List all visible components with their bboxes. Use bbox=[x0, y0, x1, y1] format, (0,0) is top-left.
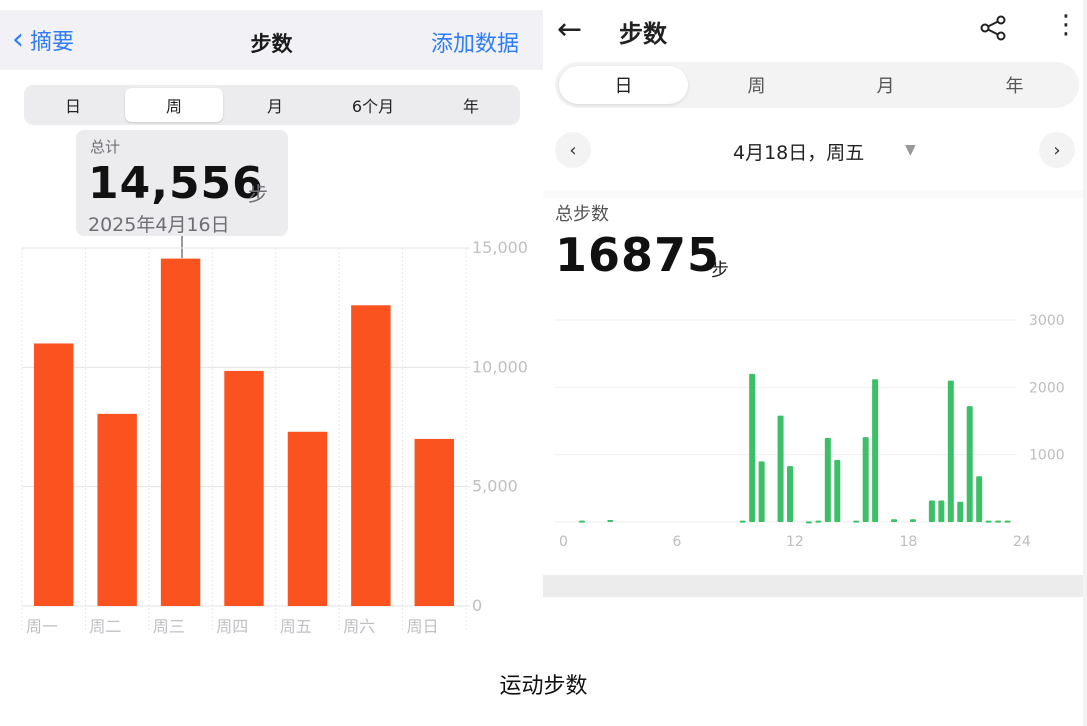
segment-month[interactable]: 月 bbox=[226, 85, 324, 125]
x-tick-label: 周二 bbox=[89, 617, 121, 636]
chevron-left-icon: ‹ bbox=[569, 139, 577, 161]
caption: 运动步数 bbox=[499, 674, 588, 699]
segment-year[interactable]: 年 bbox=[422, 85, 520, 125]
bar-18 bbox=[938, 500, 945, 522]
page-title: 步数 bbox=[619, 20, 667, 48]
bar-8 bbox=[805, 521, 812, 524]
bar-22 bbox=[976, 476, 983, 522]
section-divider bbox=[543, 190, 1087, 198]
weekly-steps-chart: 0 5,000 10,000 15,000 周一 周二 周三 周四 周五 周六 周日 bbox=[21, 240, 528, 636]
dropdown-triangle-icon[interactable]: ▼ bbox=[905, 142, 916, 158]
back-arrow-icon[interactable]: ← bbox=[557, 12, 582, 47]
y-tick-label: 5,000 bbox=[472, 477, 518, 496]
x-tick-label: 0 bbox=[559, 534, 568, 550]
x-tick-label: 周日 bbox=[407, 617, 439, 636]
bar-5 bbox=[287, 431, 328, 606]
add-data-button[interactable]: 添加数据 bbox=[431, 26, 519, 58]
period-segmented-control: 日 周 月 年 bbox=[555, 62, 1079, 108]
x-tick-label: 18 bbox=[900, 534, 918, 550]
y-tick-label: 1000 bbox=[1029, 448, 1065, 464]
bar-15 bbox=[891, 519, 898, 522]
y-tick-label: 2000 bbox=[1029, 380, 1065, 396]
nav-bar: ‹ 摘要 步数 添加数据 bbox=[0, 10, 543, 70]
bar-2 bbox=[97, 413, 137, 606]
more-vertical-icon[interactable]: ⋮ bbox=[1053, 12, 1079, 38]
bar-17 bbox=[928, 500, 935, 522]
x-tick-label: 周四 bbox=[216, 617, 248, 636]
share-icon[interactable] bbox=[977, 14, 1009, 42]
bar-23 bbox=[985, 520, 992, 523]
x-tick-label: 周五 bbox=[280, 617, 312, 636]
chevron-right-icon: › bbox=[1053, 139, 1061, 161]
bar-3 bbox=[739, 520, 746, 523]
bar-9 bbox=[815, 520, 822, 523]
bar-2 bbox=[607, 519, 614, 522]
date-selector[interactable]: 4月18日，周五 bbox=[733, 138, 864, 165]
segment-day[interactable]: 日 bbox=[559, 66, 688, 104]
bar-12 bbox=[853, 520, 860, 523]
hourly-steps-chart: 1000 2000 3000 0 6 12 18 24 bbox=[555, 313, 1065, 550]
total-steps-unit: 步 bbox=[711, 260, 729, 281]
bar-6 bbox=[777, 415, 784, 522]
x-tick-label: 24 bbox=[1013, 534, 1031, 550]
bar-6 bbox=[351, 305, 391, 606]
bar-5 bbox=[758, 461, 765, 522]
bar-21 bbox=[966, 406, 973, 522]
bar-1 bbox=[34, 343, 74, 606]
tooltip-unit: 步 bbox=[248, 182, 268, 206]
next-day-button[interactable]: › bbox=[1039, 132, 1075, 168]
y-tick-label: 15,000 bbox=[472, 240, 528, 257]
segment-day[interactable]: 日 bbox=[24, 85, 122, 125]
bar-7 bbox=[787, 466, 793, 522]
x-tick-label: 周三 bbox=[153, 617, 185, 636]
bar-11 bbox=[834, 460, 841, 522]
previous-day-button[interactable]: ‹ bbox=[555, 132, 591, 168]
selection-tooltip: 总计 14,556 步 2025年4月16日 bbox=[76, 130, 288, 236]
left-steps-panel: ‹ 摘要 步数 添加数据 日 周 月 6个月 年 总计 14,556 步 202… bbox=[0, 0, 543, 640]
period-segmented-control: 日 周 月 6个月 年 bbox=[24, 85, 520, 125]
tooltip-date: 2025年4月16日 bbox=[88, 214, 230, 236]
bar-4 bbox=[749, 373, 756, 522]
bar-20 bbox=[957, 501, 964, 522]
segment-week[interactable]: 周 bbox=[692, 62, 821, 108]
y-tick-label: 3000 bbox=[1029, 313, 1065, 329]
bar-19 bbox=[947, 380, 954, 522]
segment-month[interactable]: 月 bbox=[821, 62, 950, 108]
bar-16 bbox=[909, 519, 916, 522]
x-tick-label: 12 bbox=[786, 534, 804, 550]
segment-6-months[interactable]: 6个月 bbox=[324, 85, 422, 125]
bar-14 bbox=[872, 379, 879, 522]
y-tick-label: 10,000 bbox=[472, 357, 528, 376]
bar-25 bbox=[1004, 520, 1011, 523]
total-steps-label: 总步数 bbox=[555, 204, 609, 225]
bar-24 bbox=[995, 520, 1002, 523]
tooltip-label: 总计 bbox=[90, 138, 121, 156]
page-edge bbox=[1083, 0, 1087, 726]
x-tick-label: 6 bbox=[673, 534, 682, 550]
x-tick-label: 周六 bbox=[343, 617, 375, 636]
segment-week[interactable]: 周 bbox=[125, 88, 223, 122]
segment-year[interactable]: 年 bbox=[950, 62, 1079, 108]
bar-10 bbox=[824, 437, 831, 522]
x-tick-label: 周一 bbox=[26, 617, 58, 636]
y-tick-label: 0 bbox=[472, 596, 482, 615]
bar-7 bbox=[414, 438, 454, 606]
right-steps-panel: ← 步数 ⋮ 日 周 月 年 ‹ 4月18日，周五 ▼ › 总步数 16875 … bbox=[543, 0, 1087, 600]
total-steps-value: 16875 bbox=[555, 228, 721, 282]
tooltip-value: 14,556 bbox=[88, 158, 264, 209]
bar-1 bbox=[578, 520, 585, 523]
bar-13 bbox=[862, 437, 869, 522]
bar-3 bbox=[160, 258, 201, 606]
bottom-bar bbox=[543, 575, 1087, 597]
bar-4 bbox=[224, 370, 264, 606]
